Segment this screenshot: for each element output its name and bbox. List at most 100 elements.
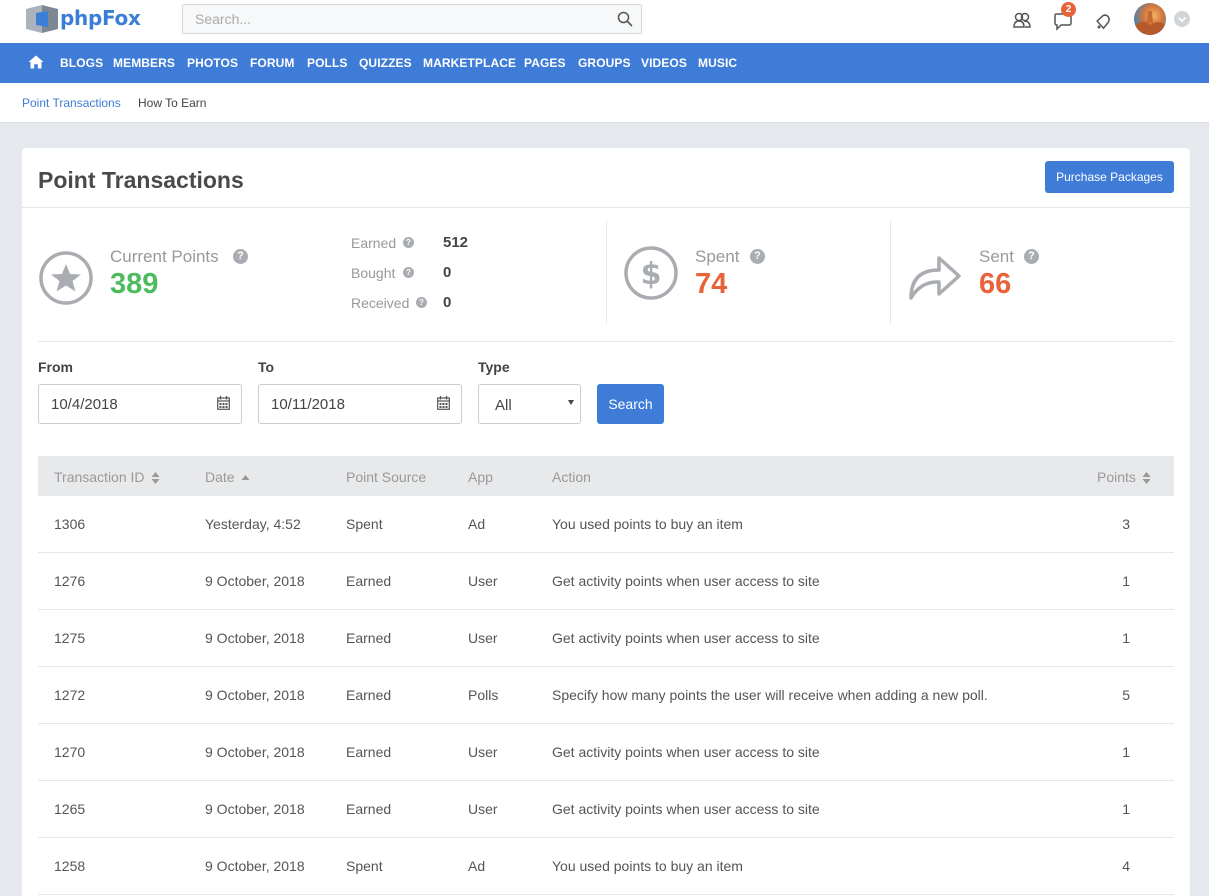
help-icon[interactable]: ?: [416, 297, 427, 308]
nav-item-videos[interactable]: VIDEOS: [641, 56, 687, 70]
table-row: 1270 9 October, 2018 Earned User Get act…: [38, 724, 1174, 781]
help-icon[interactable]: ?: [233, 249, 248, 264]
caret-down-icon: [568, 400, 574, 405]
to-date-input[interactable]: [259, 385, 461, 423]
divider: [890, 221, 891, 324]
column-header-label: Points: [1097, 469, 1136, 485]
breadcrumb-how-to-earn[interactable]: How To Earn: [138, 96, 206, 110]
nav-item-photos[interactable]: PHOTOS: [187, 56, 238, 70]
nav-item-marketplace[interactable]: MARKETPLACE: [423, 56, 516, 70]
help-icon[interactable]: ?: [403, 237, 414, 248]
from-label: From: [38, 359, 73, 375]
cell-transaction-id: 1272: [54, 687, 86, 703]
nav-item-blogs[interactable]: BLOGS: [60, 56, 103, 70]
purchase-packages-button[interactable]: Purchase Packages: [1045, 161, 1174, 193]
nav-item-groups[interactable]: GROUPS: [578, 56, 631, 70]
cell-action: Get activity points when user access to …: [552, 744, 820, 760]
help-icon[interactable]: ?: [403, 267, 414, 278]
to-label: To: [258, 359, 275, 375]
help-icon[interactable]: ?: [1024, 249, 1039, 264]
earned-value: 512: [443, 234, 469, 251]
received-value: 0: [443, 294, 452, 311]
cell-point-source: Spent: [346, 858, 383, 874]
cell-points: 1: [1122, 630, 1130, 646]
cell-point-source: Earned: [346, 744, 392, 760]
calendar-icon[interactable]: [217, 396, 230, 415]
home-icon[interactable]: [28, 55, 44, 74]
cell-transaction-id: 1275: [54, 630, 86, 646]
cell-action: You used points to buy an item: [552, 858, 743, 874]
column-header-points[interactable]: Points: [1097, 469, 1151, 485]
friends-icon[interactable]: [1011, 10, 1033, 32]
cell-points: 3: [1122, 516, 1130, 532]
cell-action: Get activity points when user access to …: [552, 573, 820, 589]
cell-points: 1: [1122, 801, 1130, 817]
search-button[interactable]: Search: [597, 384, 664, 424]
from-date-field[interactable]: [38, 384, 242, 424]
user-avatar[interactable]: [1134, 3, 1166, 35]
cell-date: 9 October, 2018: [205, 687, 305, 703]
cell-point-source: Earned: [346, 630, 392, 646]
cell-app: Polls: [468, 687, 499, 703]
sent-label: Sent: [979, 247, 1014, 266]
cell-transaction-id: 1270: [54, 744, 86, 760]
breadcrumb-point-transactions[interactable]: Point Transactions: [22, 96, 121, 110]
help-icon[interactable]: ?: [750, 249, 765, 264]
search-icon[interactable]: [617, 11, 633, 32]
type-label: Type: [478, 359, 510, 375]
current-points-label: Current Points: [110, 247, 219, 266]
divider: [606, 221, 607, 324]
column-header-date[interactable]: Date: [205, 469, 250, 485]
cell-date: 9 October, 2018: [205, 858, 305, 874]
app-logo[interactable]: phpFox: [22, 3, 141, 33]
column-header-label: Date: [205, 469, 235, 485]
app-name: phpFox: [60, 6, 141, 30]
dollar-icon: $: [623, 245, 679, 306]
sent-value: 66: [979, 268, 1012, 300]
search-input[interactable]: [183, 5, 603, 33]
nav-item-music[interactable]: MUSIC: [698, 56, 737, 70]
column-header-transaction-id[interactable]: Transaction ID: [54, 469, 160, 485]
cell-transaction-id: 1306: [54, 516, 86, 532]
nav-item-quizzes[interactable]: QUIZZES: [359, 56, 412, 70]
cell-app: User: [468, 744, 498, 760]
cell-app: User: [468, 630, 498, 646]
cell-points: 1: [1122, 744, 1130, 760]
calendar-icon[interactable]: [437, 396, 450, 415]
phpfox-logo-icon: [22, 3, 62, 33]
cell-point-source: Earned: [346, 687, 392, 703]
cell-app: Ad: [468, 516, 486, 532]
cell-date: 9 October, 2018: [205, 744, 305, 760]
notification-bell-icon[interactable]: [1092, 10, 1114, 32]
earned-label: Earned: [351, 235, 397, 251]
from-date-input[interactable]: [39, 385, 241, 423]
share-arrow-icon: [907, 248, 963, 307]
nav-item-pages[interactable]: PAGES: [524, 56, 566, 70]
cell-points: 5: [1122, 687, 1130, 703]
nav-item-members[interactable]: MEMBERS: [113, 56, 175, 70]
type-select[interactable]: All: [478, 384, 581, 424]
cell-transaction-id: 1265: [54, 801, 86, 817]
cell-action: Get activity points when user access to …: [552, 630, 820, 646]
cell-app: User: [468, 801, 498, 817]
svg-text:$: $: [641, 257, 662, 292]
column-header-point-source: Point Source: [346, 469, 427, 485]
account-menu-toggle[interactable]: [1174, 11, 1190, 27]
divider: [22, 207, 1190, 208]
table-header: Transaction ID Date Point Source App Act…: [38, 456, 1174, 496]
cell-points: 4: [1122, 858, 1130, 874]
cell-date: Yesterday, 4:52: [205, 516, 301, 532]
column-header-app: App: [468, 469, 493, 485]
bought-value: 0: [443, 264, 452, 281]
cell-transaction-id: 1258: [54, 858, 86, 874]
cell-action: Get activity points when user access to …: [552, 801, 820, 817]
search-box[interactable]: [182, 4, 642, 34]
column-header-label: Transaction ID: [54, 469, 145, 485]
table-row: 1272 9 October, 2018 Earned Polls Specif…: [38, 667, 1174, 724]
nav-item-polls[interactable]: POLLS: [307, 56, 348, 70]
breadcrumb: Point Transactions How To Earn: [0, 83, 1209, 123]
to-date-field[interactable]: [258, 384, 462, 424]
nav-item-forum[interactable]: FORUM: [250, 56, 295, 70]
cell-points: 1: [1122, 573, 1130, 589]
sort-icon: [1142, 472, 1151, 485]
